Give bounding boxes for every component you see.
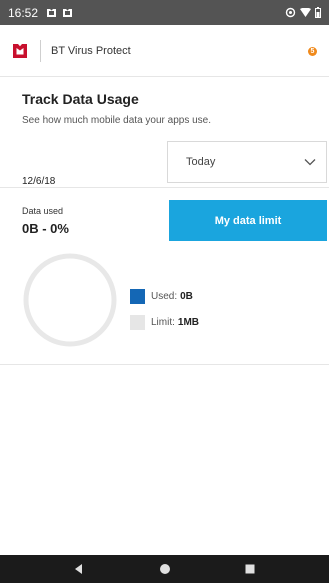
data-used-label: Data used [22,206,64,216]
chevron-down-icon [304,159,316,166]
date-range-select[interactable]: Today [167,141,327,183]
wifi-icon [300,7,311,17]
system-nav-bar [0,555,329,583]
back-icon[interactable] [72,562,86,576]
header-divider [40,39,41,62]
battery-icon [315,7,321,18]
data-used-value: 0B - 0% [22,221,69,236]
page-title: Track Data Usage [22,91,139,107]
legend-limit-label: Limit: [151,317,175,328]
legend-limit: Limit: 1MB [130,315,199,330]
status-bar: 16:52 [0,0,329,25]
legend-used: Used: 0B [130,289,193,304]
app-title: BT Virus Protect [51,44,131,57]
app-header: BT Virus Protect 5 [0,25,329,77]
current-date: 12/6/18 [22,176,56,187]
legend-limit-swatch [130,315,145,330]
donut-track [23,253,117,347]
my-data-limit-button[interactable]: My data limit [169,200,327,241]
date-range-value: Today [186,156,216,168]
legend-limit-value: 1MB [177,317,200,328]
mcafee-shield-logo [13,43,27,58]
recent-apps-icon[interactable] [243,562,257,576]
home-icon[interactable] [158,562,172,576]
page-subtitle: See how much mobile data your apps use. [22,115,211,126]
shield-notification-icon [47,8,57,17]
status-time: 16:52 [8,5,39,20]
notification-badge[interactable]: 5 [308,47,317,56]
data-usage-donut-chart [23,253,117,347]
section-divider [0,187,329,188]
legend-used-value: 0B [180,291,193,302]
legend-used-swatch [130,289,145,304]
status-right [285,7,321,18]
sync-icon [285,7,296,18]
legend-used-label: Used: [151,291,178,302]
shield-notification-icon [63,8,73,17]
content-divider [0,364,329,365]
